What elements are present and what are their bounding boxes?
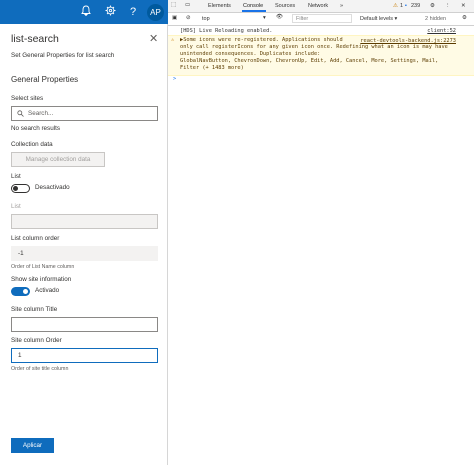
tab-sources[interactable]: Sources (275, 3, 295, 9)
toggle-knob (13, 186, 18, 191)
show-site-info-state: Activado (35, 287, 60, 294)
context-select[interactable]: top (202, 16, 210, 22)
active-tab-indicator (242, 10, 266, 12)
list-toggle-label: List (11, 173, 21, 180)
show-site-info-label: Show site information (11, 276, 72, 283)
avatar[interactable]: AP (147, 4, 164, 21)
help-icon[interactable]: ? (126, 5, 140, 19)
devtools-tabbar: ⬚ ▭ Elements Console Sources Network » ⚠… (168, 0, 474, 13)
warning-line: unintended consequences. Duplicates incl… (180, 51, 321, 57)
clear-console-icon[interactable]: ⊘ (186, 15, 191, 21)
tab-network[interactable]: Network (308, 3, 328, 9)
message-icon[interactable]: ▪ (405, 3, 407, 9)
search-placeholder: Search... (28, 110, 54, 117)
section-title: General Properties (11, 75, 79, 84)
site-column-title-label: Site column Title (11, 306, 58, 313)
list-toggle-state: Desactivado (35, 184, 70, 191)
list-field (11, 214, 158, 229)
settings-gear-icon[interactable]: ⚙ (430, 3, 435, 9)
site-search-input[interactable]: Search... (11, 106, 158, 121)
messages-count: 239 (411, 3, 421, 9)
console-log-message: [HDS] Live Reloading enabled. (180, 28, 273, 34)
bell-icon[interactable] (79, 5, 93, 19)
suite-bar: ? AP (0, 0, 168, 24)
manage-collection-data-button[interactable]: Manage collection data (11, 152, 105, 167)
filter-placeholder: Filter (296, 16, 309, 22)
console-prompt[interactable]: > (173, 76, 176, 82)
select-sites-label: Select sites (11, 95, 44, 102)
toggle-knob (23, 289, 28, 294)
warning-icon[interactable]: ⚠ (393, 3, 398, 9)
property-pane: list-search ✕ Set General Properties for… (0, 24, 168, 465)
filter-input[interactable]: Filter (292, 14, 352, 23)
log-levels-select[interactable]: Default levels ▾ (360, 16, 397, 22)
tab-elements[interactable]: Elements (208, 3, 231, 9)
list-field-label: List (11, 203, 21, 210)
console-log-source[interactable]: client:52 (427, 28, 456, 34)
eye-icon[interactable]: 👁 (276, 14, 283, 20)
gear-icon[interactable] (103, 5, 117, 19)
pane-title: list-search (11, 33, 59, 45)
site-column-title-input[interactable] (11, 317, 158, 332)
more-tabs-icon[interactable]: » (340, 3, 343, 9)
collection-data-label: Collection data (11, 141, 53, 148)
console-warning: ⚠ ▶Some icons were re-registered. Applic… (168, 35, 474, 76)
console-toolbar: ▣ ⊘ top ▾ 👁 Filter Default levels ▾ 2 hi… (168, 13, 474, 26)
close-icon[interactable]: ✕ (149, 32, 158, 45)
chevron-down-icon: ▾ (263, 15, 266, 21)
site-column-order-hint: Order of site title column (11, 366, 69, 372)
list-column-order-input[interactable]: -1 (11, 246, 158, 261)
search-icon (17, 107, 24, 120)
warnings-count: 1 (400, 3, 404, 9)
warning-icon: ⚠ (171, 37, 175, 43)
console-settings-icon[interactable]: ⚙ (462, 15, 467, 21)
close-devtools-icon[interactable]: ✕ (461, 3, 466, 9)
warning-line: Filter (+ 1483 more) (180, 65, 244, 71)
device-toolbar-icon[interactable]: ⬚ (171, 2, 176, 8)
tab-console[interactable]: Console (243, 3, 263, 9)
show-site-info-toggle[interactable] (11, 287, 30, 296)
site-column-order-input[interactable]: 1 (11, 348, 158, 363)
warning-line[interactable]: ▶Some icons were re-registered. Applicat… (180, 37, 343, 43)
list-column-order-label: List column order (11, 235, 60, 242)
kebab-menu-icon[interactable]: ⋮ (445, 3, 451, 9)
list-column-order-hint: Order of List Name column (11, 264, 75, 270)
site-column-order-label: Site column Order (11, 337, 62, 344)
warning-line: only call registerIcons for any given ic… (180, 44, 448, 50)
warning-line: GlobalNavButton, ChevronDown, ChevronUp,… (180, 58, 439, 64)
inspect-icon[interactable]: ▭ (185, 2, 190, 8)
pane-description: Set General Properties for list search (11, 52, 115, 59)
sidebar-toggle-icon[interactable]: ▣ (172, 15, 177, 21)
no-results-text: No search results (11, 125, 60, 132)
list-toggle[interactable] (11, 184, 30, 193)
apply-button[interactable]: Aplicar (11, 438, 54, 453)
devtools-panel: ⬚ ▭ Elements Console Sources Network » ⚠… (168, 0, 474, 465)
hidden-count: 2 hidden (425, 16, 447, 22)
